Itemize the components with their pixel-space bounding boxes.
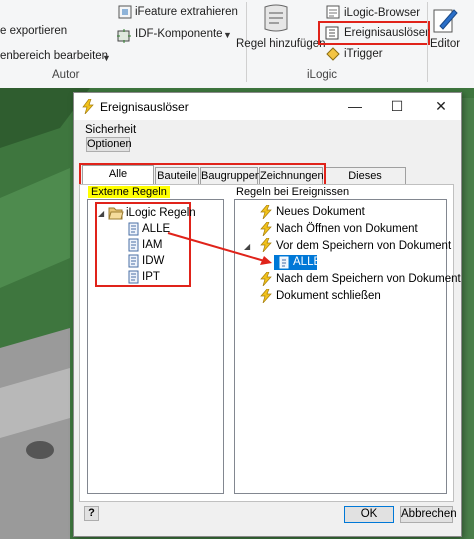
add-rule-icon bbox=[262, 3, 290, 35]
chevron-down-icon[interactable]: ▼ bbox=[102, 53, 111, 63]
rule-scroll-icon bbox=[127, 254, 140, 268]
event-trigger-icon bbox=[325, 26, 339, 40]
event-rules-label: Regeln bei Ereignissen bbox=[236, 186, 350, 198]
idf-component-icon bbox=[116, 28, 132, 44]
folder-open-icon bbox=[108, 206, 124, 220]
maximize-button[interactable]: ☐ bbox=[380, 93, 414, 120]
tab-this-document[interactable]: Dieses Dokument bbox=[324, 167, 406, 198]
event-after-save[interactable]: Nach dem Speichern von Dokument bbox=[276, 273, 461, 285]
lightning-icon bbox=[260, 271, 272, 287]
editor-icon bbox=[432, 6, 458, 34]
cancel-button[interactable]: Abbrechen bbox=[400, 506, 457, 523]
lightning-icon bbox=[81, 98, 95, 115]
idf-component-button-label[interactable]: IDF-Komponente bbox=[135, 28, 223, 40]
ok-button[interactable]: OK bbox=[344, 506, 394, 523]
ribbon-separator bbox=[427, 2, 428, 82]
ribbon: e exportieren enbereich bearbeiten ▼ iFe… bbox=[0, 0, 474, 89]
editor-button-label[interactable]: Editor bbox=[430, 38, 460, 50]
chevron-down-icon[interactable]: ▼ bbox=[223, 30, 232, 40]
group-label-autor: Autor bbox=[52, 69, 80, 81]
dialog-title: Ereignisauslöser bbox=[100, 100, 189, 114]
rule-scroll-icon bbox=[127, 222, 140, 236]
minimize-button[interactable]: — bbox=[338, 93, 372, 120]
event-new-document[interactable]: Neues Dokument bbox=[276, 206, 365, 218]
tabs-highlight bbox=[79, 163, 326, 186]
itrigger-icon bbox=[326, 47, 340, 61]
event-close-document[interactable]: Dokument schließen bbox=[276, 290, 381, 302]
rule-scroll-icon bbox=[127, 270, 140, 284]
tree-root-ilogic-rules[interactable]: iLogic Regeln bbox=[126, 207, 196, 219]
lightning-icon bbox=[260, 204, 272, 220]
tree-item-ipt[interactable]: IPT bbox=[142, 271, 160, 283]
ilogic-browser-icon bbox=[326, 5, 340, 19]
event-after-open[interactable]: Nach Öffnen von Dokument bbox=[276, 223, 418, 235]
help-button[interactable]: ? bbox=[84, 506, 99, 521]
external-rules-label: Externe Regeln bbox=[88, 186, 170, 198]
event-before-save[interactable]: Vor dem Speichern von Dokument bbox=[276, 240, 451, 252]
dialog-titlebar[interactable]: Ereignisauslöser — ☐ ✕ bbox=[74, 93, 461, 120]
export-button-label[interactable]: e exportieren bbox=[0, 25, 67, 37]
ifeature-button-label[interactable]: iFeature extrahieren bbox=[135, 6, 238, 18]
security-group-label: Sicherheit bbox=[85, 124, 137, 136]
ilogic-browser-button-label[interactable]: iLogic-Browser bbox=[344, 7, 420, 19]
child-rule-alle-label: ALLE bbox=[293, 256, 322, 268]
tree-collapse-icon[interactable]: ◢ bbox=[98, 209, 104, 218]
itrigger-button-label[interactable]: iTrigger bbox=[344, 48, 383, 60]
edit-area-button-label[interactable]: enbereich bearbeiten bbox=[0, 50, 108, 62]
ifeature-icon bbox=[118, 5, 132, 19]
options-button[interactable]: Optionen bbox=[86, 137, 132, 152]
drag-arrow-annotation bbox=[167, 232, 272, 265]
rule-scroll-icon bbox=[127, 238, 140, 252]
close-button[interactable]: ✕ bbox=[424, 93, 458, 120]
lightning-icon bbox=[260, 288, 272, 304]
event-trigger-button-label[interactable]: Ereignisauslöser bbox=[344, 27, 429, 39]
group-label-ilogic: iLogic bbox=[307, 69, 338, 81]
add-rule-button-label[interactable]: Regel hinzufügen bbox=[236, 38, 326, 50]
